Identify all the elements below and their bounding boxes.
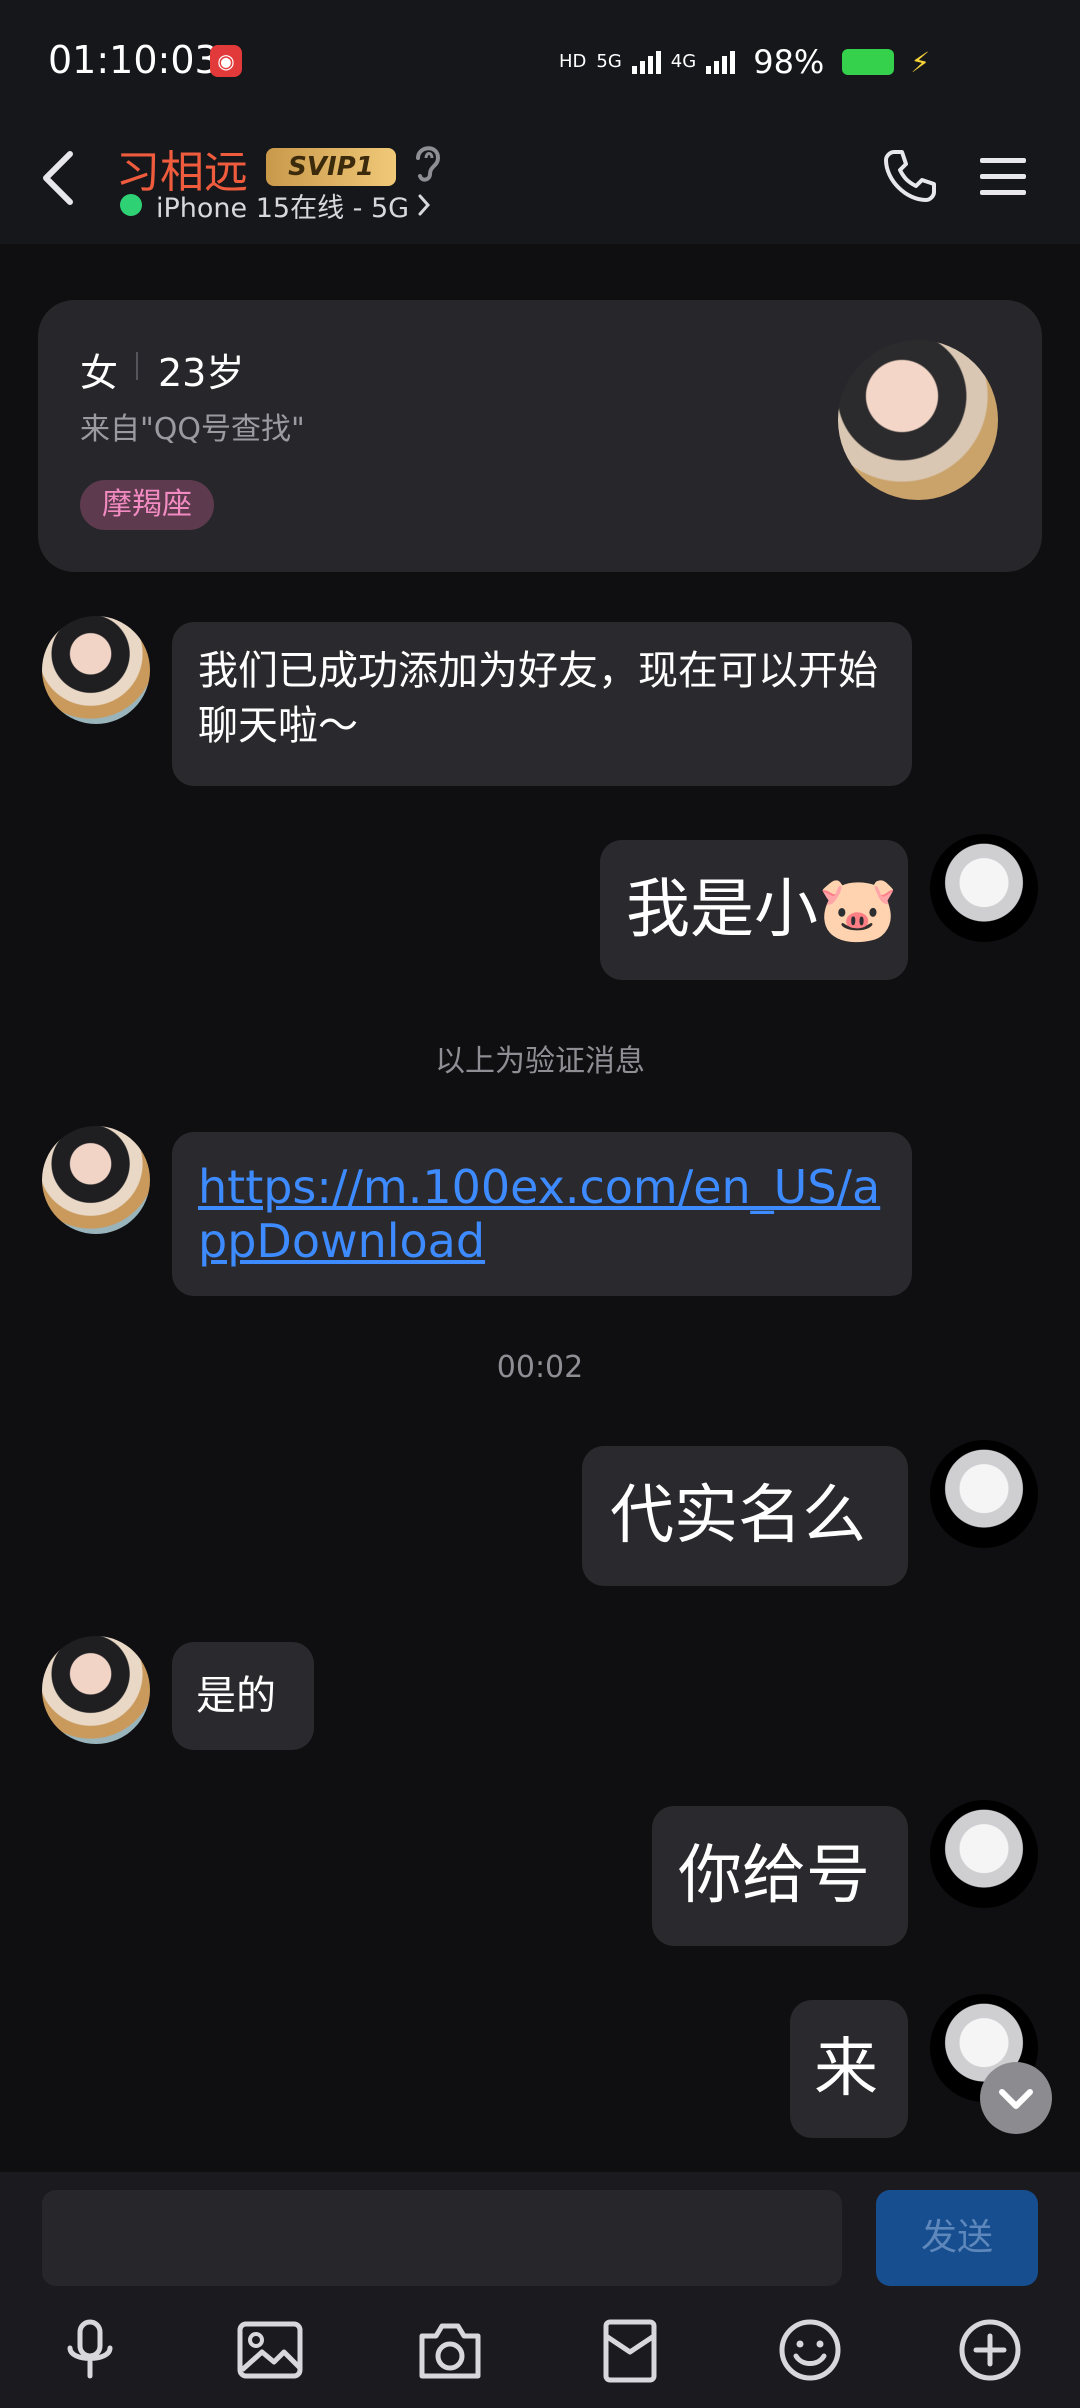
message-bubble[interactable]: 代实名么 <box>582 1446 908 1586</box>
profile-card[interactable]: 女 23岁 来自"QQ号查找" 摩羯座 <box>38 300 1042 572</box>
netease-music-icon: ◉ <box>210 45 242 77</box>
red-packet-icon[interactable] <box>594 2314 666 2386</box>
profile-source: 来自"QQ号查找" <box>80 412 305 447</box>
message-text: 来 <box>814 2032 878 2106</box>
message-bubble[interactable]: 来 <box>790 2000 908 2138</box>
status-indicators: HD 5G 4G 98% ⚡ <box>559 42 930 82</box>
emoji-icon[interactable] <box>774 2314 846 2386</box>
signal-bars-4g-icon <box>706 50 736 74</box>
battery-percent: 98% <box>753 43 825 81</box>
chevron-right-icon[interactable] <box>414 192 434 218</box>
avatar[interactable] <box>930 1440 1038 1548</box>
status-time: 01:10:03 <box>48 38 219 82</box>
message-text: 你给号 <box>678 1839 870 1913</box>
camera-icon[interactable] <box>414 2314 486 2386</box>
microphone-icon[interactable] <box>54 2314 126 2386</box>
message-bubble[interactable]: 我是小🐷 <box>600 840 908 980</box>
plus-icon[interactable] <box>954 2314 1026 2386</box>
message-text: 我是小🐷 <box>626 873 898 947</box>
send-button[interactable]: 发送 <box>876 2190 1038 2286</box>
message-bubble[interactable]: 你给号 <box>652 1806 908 1946</box>
profile-avatar[interactable] <box>838 340 998 500</box>
chevron-down-icon <box>999 2089 1033 2109</box>
composer: 发送 <box>0 2172 1080 2408</box>
avatar[interactable] <box>930 1800 1038 1908</box>
phone-call-icon[interactable] <box>880 146 940 206</box>
net-4g-label: 4G <box>670 51 697 72</box>
menu-icon[interactable] <box>980 154 1026 198</box>
verify-note: 以上为验证消息 <box>435 1044 645 1079</box>
message-bubble[interactable]: 是的 <box>172 1642 314 1750</box>
profile-divider <box>136 352 138 380</box>
profile-gender: 女 <box>80 351 119 395</box>
status-bar: 01:10:03 ◉ HD 5G 4G 98% ⚡ <box>0 0 1080 128</box>
image-icon[interactable] <box>234 2314 306 2386</box>
message-link[interactable]: https://m.100ex.com/en_US/appDownload <box>198 1160 880 1268</box>
message-bubble[interactable]: 我们已成功添加为好友，现在可以开始聊天啦～ <box>172 622 912 786</box>
signal-bars-5g-icon <box>631 50 661 74</box>
message-text: 代实名么 <box>610 1479 866 1553</box>
chat-header: 习相远 SVIP1 iPhone 15在线 - 5G <box>0 128 1080 244</box>
online-status-dot <box>120 194 142 216</box>
profile-age: 23岁 <box>158 351 245 395</box>
svip-badge[interactable]: SVIP1 <box>266 148 396 186</box>
charging-icon: ⚡ <box>910 45 930 79</box>
back-arrow-icon[interactable] <box>38 148 78 208</box>
scroll-to-bottom-button[interactable] <box>980 2062 1052 2134</box>
message-input[interactable] <box>42 2190 842 2286</box>
zodiac-tag: 摩羯座 <box>80 480 214 530</box>
avatar[interactable] <box>42 1636 150 1744</box>
ear-icon[interactable] <box>410 140 446 184</box>
message-text: 我们已成功添加为好友，现在可以开始聊天啦～ <box>198 648 878 749</box>
net-5g-label: 5G <box>596 51 622 72</box>
avatar[interactable] <box>930 834 1038 942</box>
message-bubble[interactable]: https://m.100ex.com/en_US/appDownload <box>172 1132 912 1296</box>
message-text: 是的 <box>196 1673 276 1719</box>
device-status[interactable]: iPhone 15在线 - 5G <box>156 186 409 225</box>
battery-icon <box>842 49 895 75</box>
avatar[interactable] <box>42 616 150 724</box>
hd-label: HD <box>558 51 587 72</box>
time-note: 00:02 <box>496 1350 584 1385</box>
avatar[interactable] <box>42 1126 150 1234</box>
